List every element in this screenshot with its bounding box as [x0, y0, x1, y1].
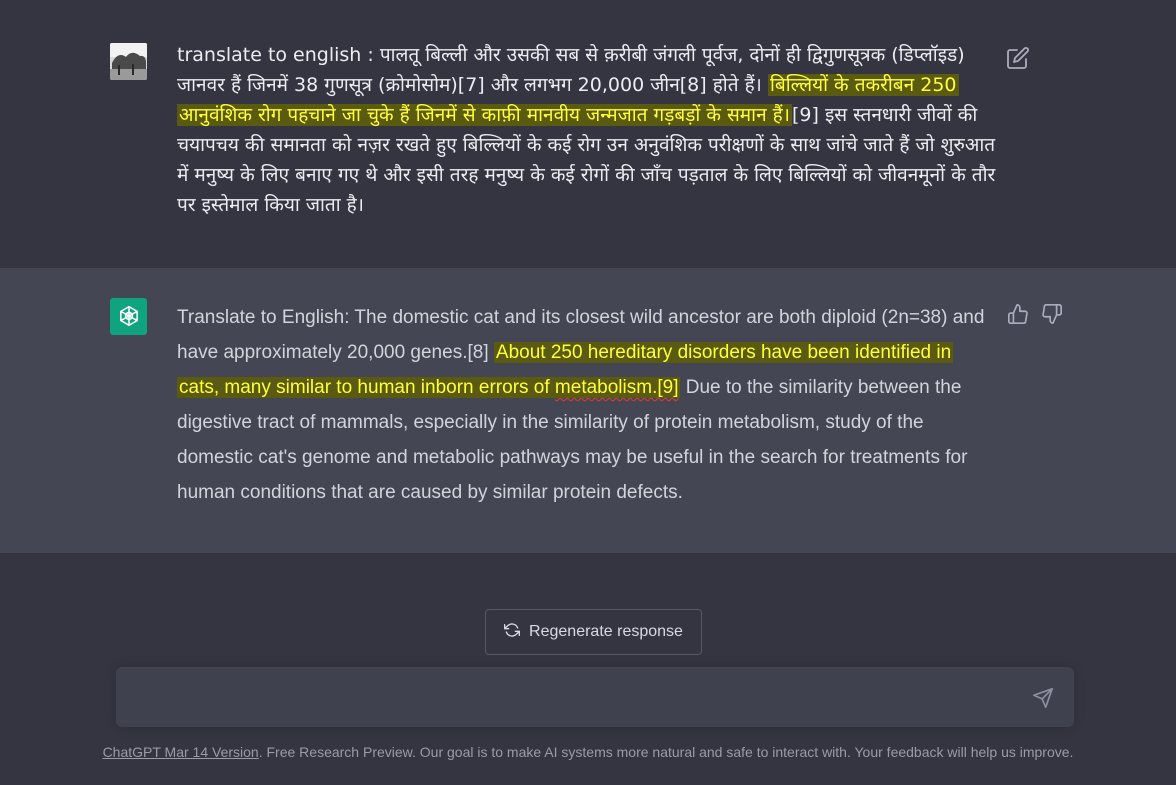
- version-link[interactable]: ChatGPT Mar 14 Version: [103, 744, 259, 760]
- thumbs-down-icon[interactable]: [1041, 303, 1063, 325]
- refresh-icon: [504, 622, 521, 643]
- edit-icon[interactable]: [1006, 46, 1030, 70]
- thumbs-up-icon[interactable]: [1007, 303, 1029, 325]
- footer-text: . Free Research Preview. Our goal is to …: [258, 744, 1074, 760]
- assistant-message-text: Translate to English: The domestic cat a…: [177, 300, 992, 510]
- footer-disclaimer: ChatGPT Mar 14 Version. Free Research Pr…: [0, 744, 1176, 760]
- user-message-text: translate to english : पालतू बिल्ली और उ…: [177, 40, 997, 220]
- message-input[interactable]: [132, 685, 1016, 713]
- top-bar: [0, 0, 1176, 12]
- regenerate-response-button[interactable]: Regenerate response: [485, 609, 702, 655]
- send-icon[interactable]: [1032, 687, 1054, 709]
- user-avatar: [110, 43, 147, 80]
- openai-logo-icon: [110, 298, 147, 335]
- regenerate-label: Regenerate response: [529, 623, 683, 640]
- assistant-highlight-b: metabolism.[9]: [554, 377, 679, 398]
- message-input-box: [116, 667, 1074, 727]
